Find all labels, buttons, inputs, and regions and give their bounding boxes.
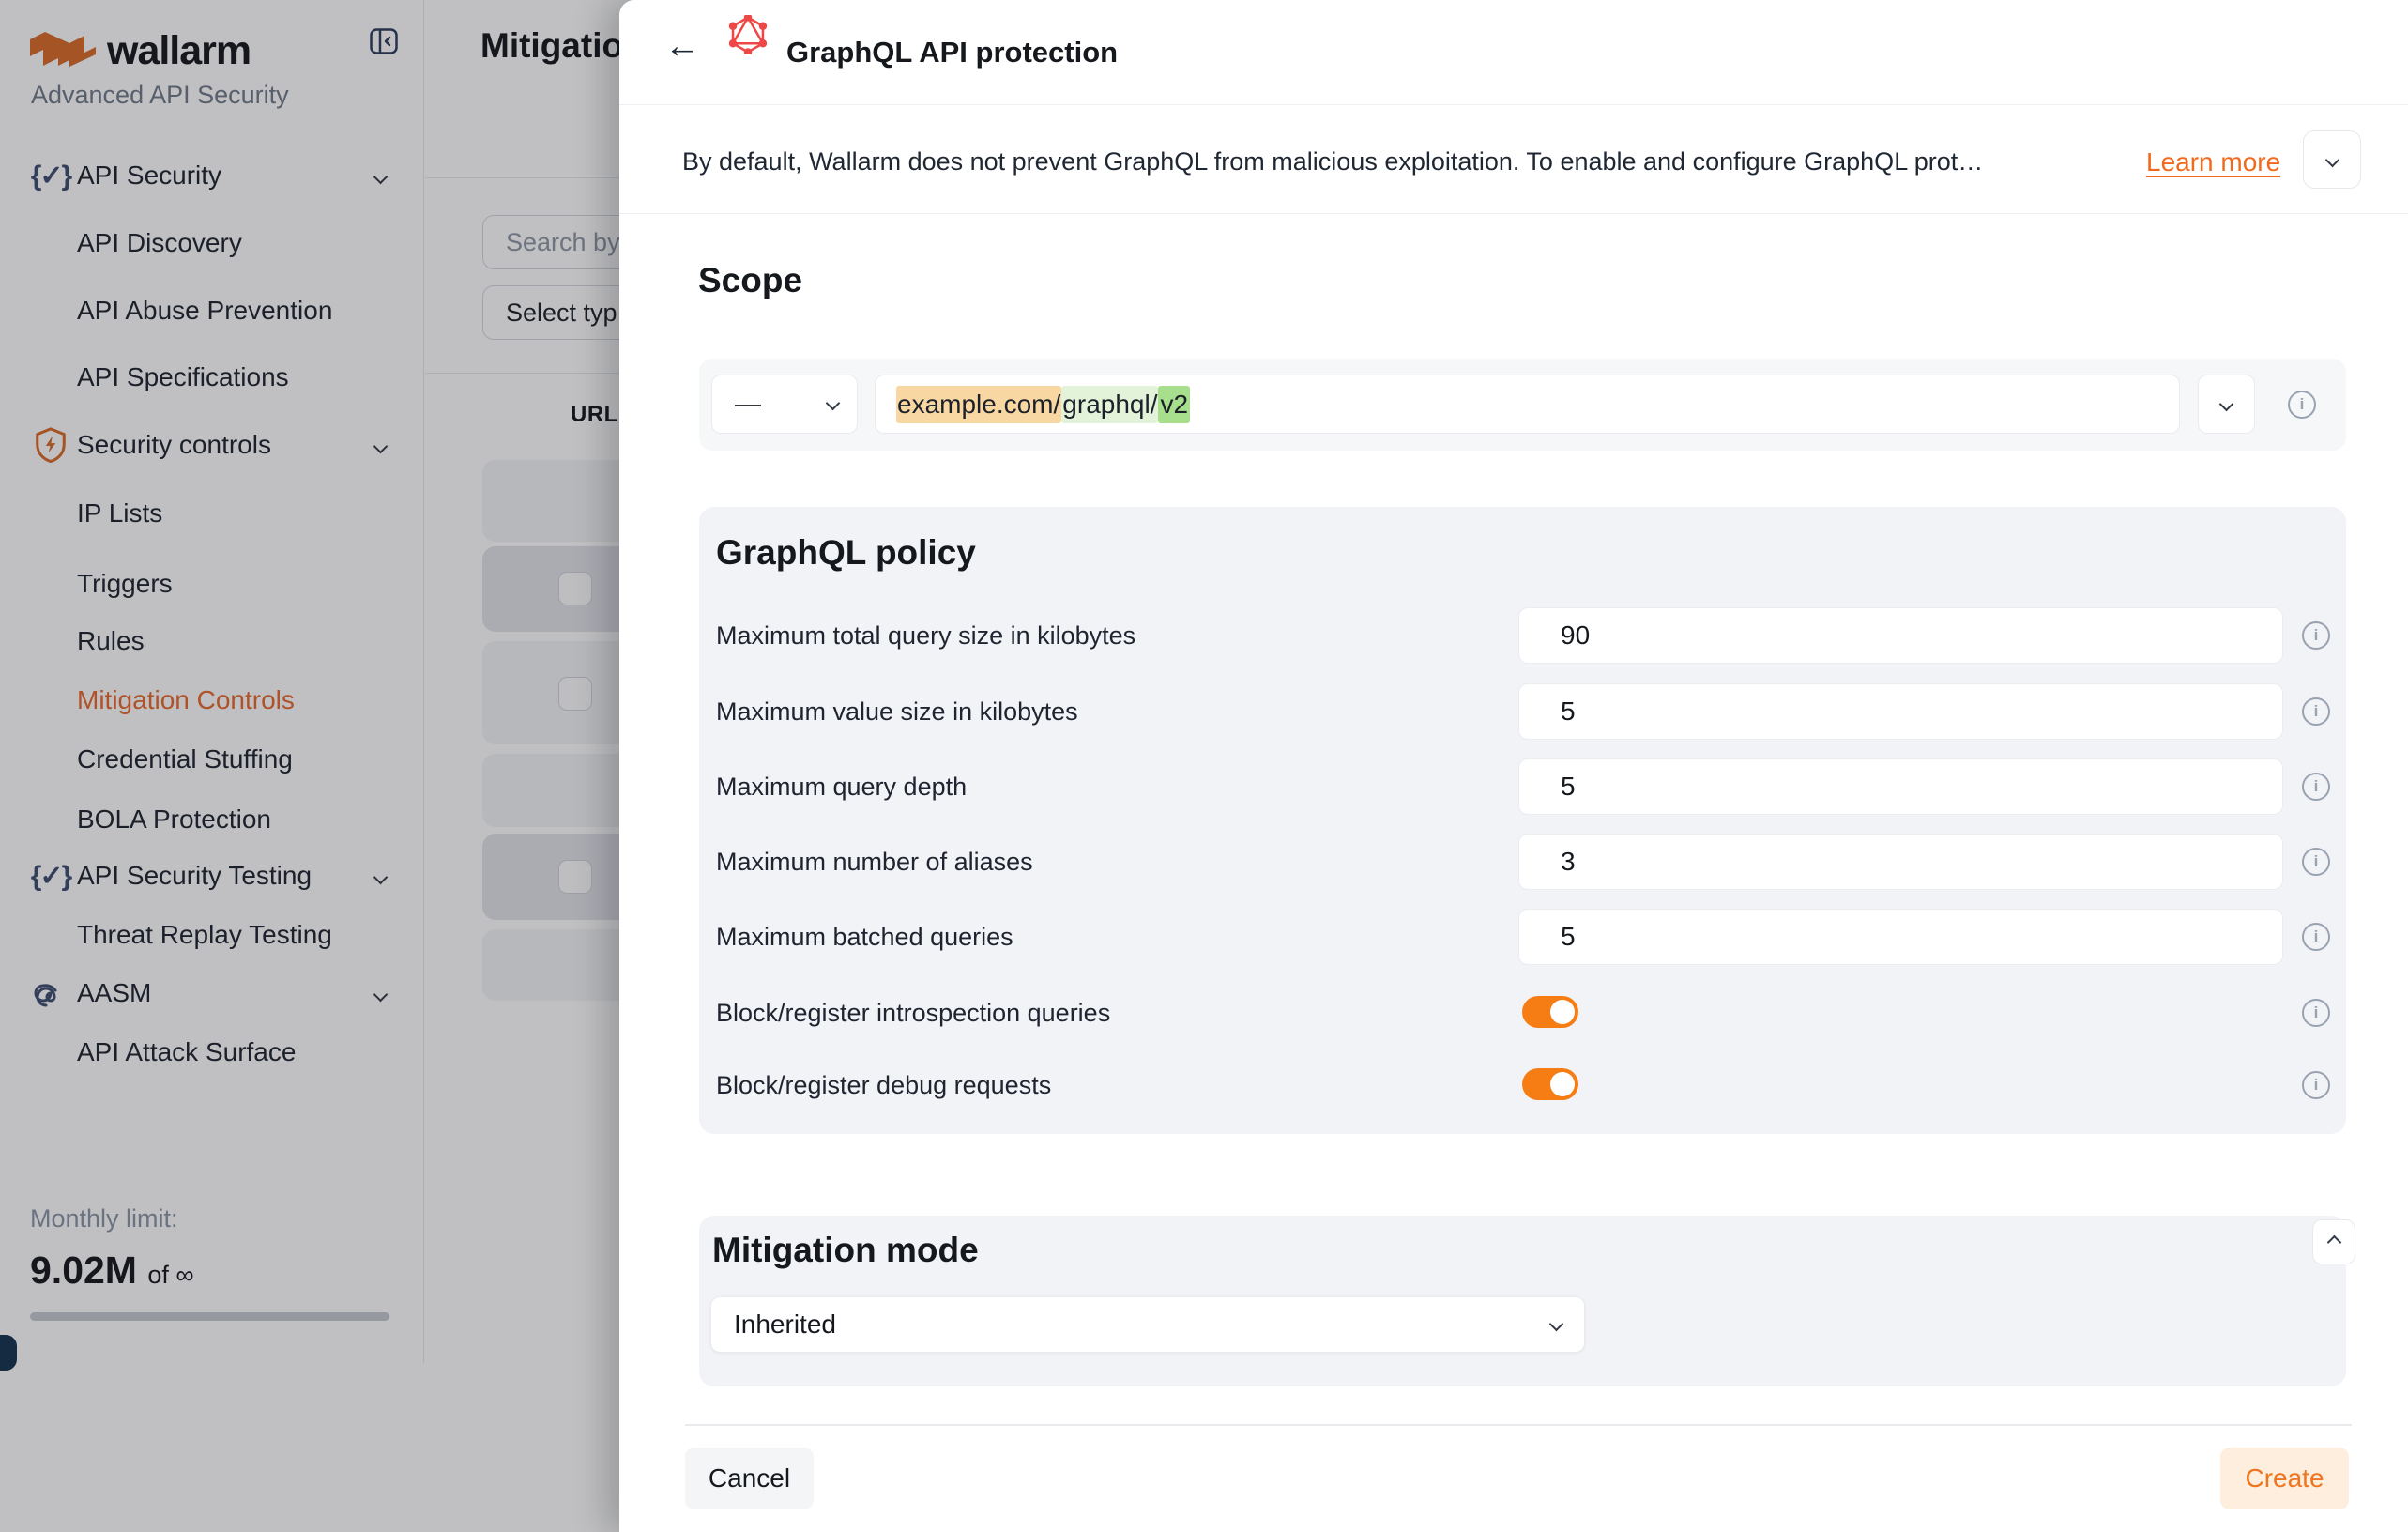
learn-more-link[interactable]: Learn more — [2146, 147, 2280, 177]
policy-field-label: Maximum query depth — [716, 773, 967, 802]
url-host-segment: example.com/ — [896, 386, 1061, 423]
debug-requests-toggle[interactable] — [1522, 1068, 1578, 1100]
graphql-policy-card: GraphQL policy Maximum total query size … — [699, 507, 2346, 1134]
banner-text: By default, Wallarm does not prevent Gra… — [682, 147, 1983, 176]
mitigation-mode-select[interactable]: Inherited — [710, 1296, 1585, 1353]
graphql-protection-drawer: ← GraphQL API protection By default, Wal… — [619, 0, 2408, 1532]
chevron-down-icon — [2324, 152, 2339, 167]
info-icon[interactable]: i — [2288, 391, 2316, 419]
mitigation-mode-heading: Mitigation mode — [712, 1231, 979, 1270]
policy-field-label: Maximum total query size in kilobytes — [716, 621, 1135, 651]
info-banner: By default, Wallarm does not prevent Gra… — [619, 106, 2408, 214]
scope-operator-value: — — [735, 389, 761, 419]
scope-operator-select[interactable]: — — [711, 375, 858, 434]
footer-divider — [685, 1424, 2352, 1426]
graphql-icon — [728, 15, 768, 54]
scope-url-input[interactable]: example.com/graphql/v2 — [875, 375, 2180, 434]
policy-field-label: Maximum number of aliases — [716, 848, 1033, 877]
introspection-toggle[interactable] — [1522, 996, 1578, 1028]
policy-heading: GraphQL policy — [716, 533, 976, 573]
cancel-button[interactable]: Cancel — [685, 1448, 814, 1509]
mitigation-mode-value: Inherited — [734, 1310, 836, 1340]
max-aliases-input[interactable]: 3 — [1518, 834, 2283, 890]
back-arrow-icon[interactable]: ← — [664, 28, 700, 64]
info-icon[interactable]: i — [2302, 1071, 2330, 1099]
url-path-segment: graphql/ — [1061, 386, 1158, 423]
drawer-title: GraphQL API protection — [786, 36, 1118, 69]
policy-field-label: Maximum batched queries — [716, 923, 1013, 952]
toggle-label: Block/register debug requests — [716, 1071, 1051, 1100]
mitigation-mode-card: Mitigation mode Inherited — [699, 1216, 2346, 1386]
create-button[interactable]: Create — [2220, 1448, 2349, 1509]
info-icon[interactable]: i — [2302, 773, 2330, 801]
info-icon[interactable]: i — [2302, 621, 2330, 650]
info-icon[interactable]: i — [2302, 848, 2330, 876]
scope-row: — example.com/graphql/v2 i — [699, 359, 2346, 451]
info-icon[interactable]: i — [2302, 697, 2330, 726]
max-batched-queries-input[interactable]: 5 — [1518, 909, 2283, 965]
url-version-segment: v2 — [1158, 386, 1190, 423]
info-icon[interactable]: i — [2302, 923, 2330, 951]
max-query-depth-input[interactable]: 5 — [1518, 758, 2283, 815]
chevron-down-icon — [826, 396, 841, 411]
scope-expand-button[interactable] — [2198, 375, 2255, 434]
toggle-label: Block/register introspection queries — [716, 999, 1110, 1028]
chevron-up-icon — [2326, 1234, 2341, 1249]
scope-heading: Scope — [698, 261, 802, 300]
drawer-header: ← GraphQL API protection — [619, 0, 2408, 105]
banner-expand-button[interactable] — [2303, 130, 2361, 189]
chevron-down-icon — [1549, 1317, 1564, 1332]
max-query-size-input[interactable]: 90 — [1518, 607, 2283, 664]
policy-field-label: Maximum value size in kilobytes — [716, 697, 1078, 727]
info-icon[interactable]: i — [2302, 999, 2330, 1027]
max-value-size-input[interactable]: 5 — [1518, 683, 2283, 740]
collapse-section-button[interactable] — [2312, 1219, 2355, 1264]
chevron-down-icon — [2219, 397, 2234, 412]
